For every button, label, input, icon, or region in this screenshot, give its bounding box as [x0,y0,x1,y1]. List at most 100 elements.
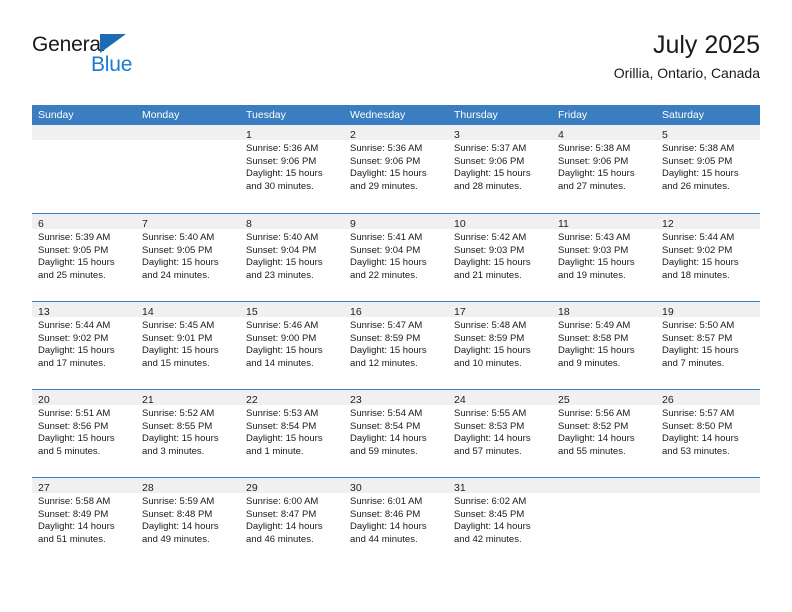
daylight-duration-line2: and 10 minutes. [454,357,522,369]
day-cell[interactable]: 30 Sunrise: 6:01 AM Sunset: 8:46 PM Dayligh… [344,478,448,565]
weekday-header-thursday: Thursday [454,109,498,121]
day-number: 17 [454,306,466,318]
day-number-strip: 17 [448,302,552,318]
day-cell[interactable]: 24 Sunrise: 5:55 AM Sunset: 8:53 PM Dayligh… [448,390,552,477]
day-cell[interactable]: 27 Sunrise: 5:58 AM Sunset: 8:49 PM Dayligh… [32,478,136,565]
day-cell[interactable]: 18 Sunrise: 5:49 AM Sunset: 8:58 PM Dayligh… [552,302,656,389]
day-cell[interactable]: 17 Sunrise: 5:48 AM Sunset: 8:59 PM Dayligh… [448,302,552,389]
sunrise-time: Sunrise: 5:42 AM [454,232,527,243]
daylight-duration-line1: Daylight: 15 hours [558,257,635,269]
day-number-strip: 6 [32,214,136,230]
day-cell[interactable]: 26 Sunrise: 5:57 AM Sunset: 8:50 PM Dayligh… [656,390,760,477]
day-cell[interactable]: 20 Sunrise: 5:51 AM Sunset: 8:56 PM Dayligh… [32,390,136,477]
day-cell[interactable]: 19 Sunrise: 5:50 AM Sunset: 8:57 PM Dayligh… [656,302,760,389]
weekday-header-friday: Friday [558,109,588,121]
sunset-time: Sunset: 9:06 PM [558,155,629,167]
day-number: 10 [454,218,466,230]
daylight-duration-line2: and 27 minutes. [558,180,626,192]
sunrise-time: Sunrise: 5:43 AM [558,232,631,243]
daylight-duration-line2: and 42 minutes. [454,533,522,545]
calendar-week-row: 6 Sunrise: 5:39 AM Sunset: 9:05 PM Daylight… [32,213,760,301]
day-cell[interactable]: 12 Sunrise: 5:44 AM Sunset: 9:02 PM Dayligh… [656,214,760,301]
day-details: Sunrise: 5:38 AM Sunset: 9:05 PM Daylight:… [656,140,760,193]
day-number: 15 [246,306,258,318]
day-number-strip: 19 [656,302,760,318]
sunrise-time: Sunrise: 5:38 AM [558,143,631,154]
day-details: Sunrise: 5:59 AM Sunset: 8:48 PM Daylight:… [136,493,240,546]
day-number: 23 [350,394,362,406]
day-cell[interactable]: 16 Sunrise: 5:47 AM Sunset: 8:59 PM Dayligh… [344,302,448,389]
day-number-strip: 16 [344,302,448,318]
daylight-duration-line1: Daylight: 15 hours [662,168,739,180]
daylight-duration-line2: and 24 minutes. [142,269,210,281]
daylight-duration-line2: and 21 minutes. [454,269,522,281]
daylight-duration-line1: Daylight: 15 hours [558,345,635,357]
day-cell[interactable]: 11 Sunrise: 5:43 AM Sunset: 9:03 PM Dayligh… [552,214,656,301]
day-number: 19 [662,306,674,318]
calendar-week-row: 1 Sunrise: 5:36 AM Sunset: 9:06 PM Daylight… [32,125,760,213]
daylight-duration-line2: and 9 minutes. [558,357,621,369]
daylight-duration-line1: Daylight: 15 hours [454,168,531,180]
day-cell-empty [552,478,656,565]
daylight-duration-line2: and 59 minutes. [350,445,418,457]
daylight-duration-line2: and 7 minutes. [662,357,725,369]
day-details: Sunrise: 5:47 AM Sunset: 8:59 PM Daylight:… [344,317,448,370]
daylight-duration-line1: Daylight: 14 hours [662,433,739,445]
day-cell[interactable]: 1 Sunrise: 5:36 AM Sunset: 9:06 PM Daylight… [240,125,344,213]
day-cell[interactable]: 2 Sunrise: 5:36 AM Sunset: 9:06 PM Daylight… [344,125,448,213]
day-number-strip [552,478,656,493]
day-cell[interactable]: 29 Sunrise: 6:00 AM Sunset: 8:47 PM Dayligh… [240,478,344,565]
day-details [656,493,760,496]
day-cell[interactable]: 14 Sunrise: 5:45 AM Sunset: 9:01 PM Dayligh… [136,302,240,389]
sunset-time: Sunset: 8:57 PM [662,332,733,344]
day-details: Sunrise: 5:37 AM Sunset: 9:06 PM Daylight:… [448,140,552,193]
weekday-header-row: Sunday Monday Tuesday Wednesday Thursday Frid… [32,105,760,125]
calendar-table: Sunday Monday Tuesday Wednesday Thursday Frid… [32,105,760,565]
sunset-time: Sunset: 8:52 PM [558,420,629,432]
day-cell[interactable]: 6 Sunrise: 5:39 AM Sunset: 9:05 PM Daylight… [32,214,136,301]
day-cell[interactable]: 5 Sunrise: 5:38 AM Sunset: 9:05 PM Daylight… [656,125,760,213]
day-details: Sunrise: 6:00 AM Sunset: 8:47 PM Daylight:… [240,493,344,546]
day-number-strip: 1 [240,125,344,141]
day-cell[interactable]: 31 Sunrise: 6:02 AM Sunset: 8:45 PM Dayligh… [448,478,552,565]
daylight-duration-line1: Daylight: 15 hours [350,345,427,357]
day-number-strip: 2 [344,125,448,141]
day-cell[interactable]: 8 Sunrise: 5:40 AM Sunset: 9:04 PM Daylight… [240,214,344,301]
sunset-time: Sunset: 9:06 PM [350,155,421,167]
day-cell[interactable]: 7 Sunrise: 5:40 AM Sunset: 9:05 PM Daylight… [136,214,240,301]
day-cell[interactable]: 25 Sunrise: 5:56 AM Sunset: 8:52 PM Dayligh… [552,390,656,477]
sunrise-time: Sunrise: 5:55 AM [454,408,527,419]
daylight-duration-line1: Daylight: 14 hours [246,521,323,533]
day-cell[interactable]: 10 Sunrise: 5:42 AM Sunset: 9:03 PM Dayligh… [448,214,552,301]
day-cell[interactable]: 9 Sunrise: 5:41 AM Sunset: 9:04 PM Daylight… [344,214,448,301]
logo-text-general: General [32,33,106,56]
sunrise-time: Sunrise: 5:39 AM [38,232,111,243]
calendar-page: General Blue July 2025 Orillia, Ontario,… [0,0,792,612]
daylight-duration-line1: Daylight: 15 hours [558,168,635,180]
day-cell[interactable]: 4 Sunrise: 5:38 AM Sunset: 9:06 PM Daylight… [552,125,656,213]
daylight-duration-line2: and 5 minutes. [38,445,101,457]
day-cell[interactable]: 28 Sunrise: 5:59 AM Sunset: 8:48 PM Dayligh… [136,478,240,565]
day-cell[interactable]: 23 Sunrise: 5:54 AM Sunset: 8:54 PM Dayligh… [344,390,448,477]
day-number-strip: 20 [32,390,136,406]
day-number-strip: 12 [656,214,760,230]
day-details: Sunrise: 5:39 AM Sunset: 9:05 PM Daylight:… [32,229,136,282]
day-cell[interactable]: 21 Sunrise: 5:52 AM Sunset: 8:55 PM Dayligh… [136,390,240,477]
daylight-duration-line2: and 22 minutes. [350,269,418,281]
day-cell[interactable]: 22 Sunrise: 5:53 AM Sunset: 8:54 PM Dayligh… [240,390,344,477]
day-number: 25 [558,394,570,406]
title-block: July 2025 Orillia, Ontario, Canada [614,30,760,82]
sunset-time: Sunset: 8:50 PM [662,420,733,432]
daylight-duration-line2: and 18 minutes. [662,269,730,281]
day-number-strip: 15 [240,302,344,318]
day-number: 20 [38,394,50,406]
day-cell[interactable]: 15 Sunrise: 5:46 AM Sunset: 9:00 PM Dayligh… [240,302,344,389]
day-cell[interactable]: 13 Sunrise: 5:44 AM Sunset: 9:02 PM Dayligh… [32,302,136,389]
day-number: 4 [558,129,564,141]
day-cell[interactable]: 3 Sunrise: 5:37 AM Sunset: 9:06 PM Daylight… [448,125,552,213]
day-number: 30 [350,482,362,494]
sunrise-time: Sunrise: 5:38 AM [662,143,735,154]
sunset-time: Sunset: 8:49 PM [38,508,109,520]
daylight-duration-line2: and 28 minutes. [454,180,522,192]
calendar-week-row: 27 Sunrise: 5:58 AM Sunset: 8:49 PM Dayligh… [32,477,760,565]
